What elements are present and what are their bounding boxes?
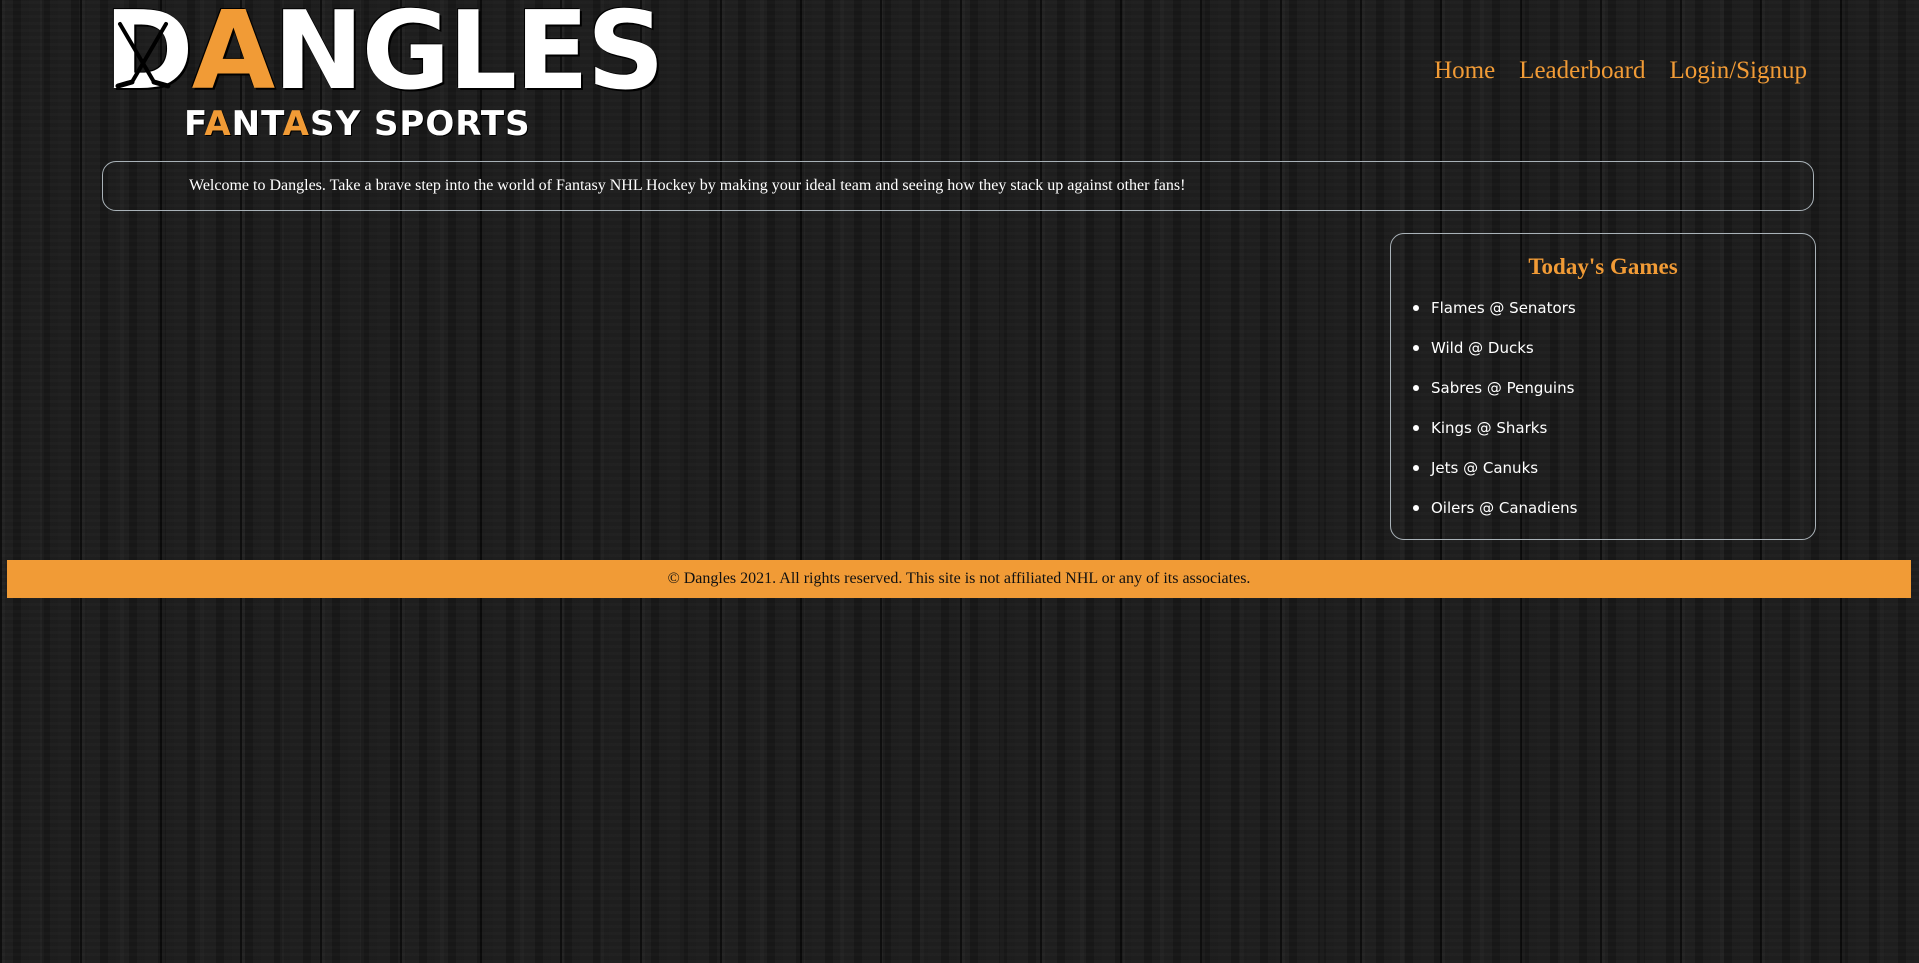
welcome-text: Welcome to Dangles. Take a brave step in… [189, 177, 1186, 194]
footer-text: © Dangles 2021. All rights reserved. Thi… [667, 570, 1251, 587]
logo-tagline: FANTASY SPORTS [184, 104, 531, 144]
nav-leaderboard-link[interactable]: Leaderboard [1519, 56, 1645, 86]
logo-wordmark: D ANGLES [104, 0, 665, 106]
bullet-icon [1413, 465, 1419, 471]
site-footer: © Dangles 2021. All rights reserved. Thi… [7, 560, 1911, 598]
game-item: Flames @ Senators [1413, 294, 1815, 334]
nav-home-link[interactable]: Home [1434, 56, 1495, 86]
hockey-sticks-icon [115, 22, 171, 89]
game-item: Oilers @ Canadiens [1413, 494, 1815, 534]
bullet-icon [1413, 385, 1419, 391]
nav-login-signup-link[interactable]: Login/Signup [1669, 56, 1807, 86]
game-item: Wild @ Ducks [1413, 334, 1815, 374]
game-item: Sabres @ Penguins [1413, 374, 1815, 414]
game-item: Kings @ Sharks [1413, 414, 1815, 454]
bullet-icon [1413, 345, 1419, 351]
bullet-icon [1413, 425, 1419, 431]
games-list: Flames @ Senators Wild @ Ducks Sabres @ … [1391, 294, 1815, 534]
games-title: Today's Games [1528, 254, 1678, 279]
dangles-logo[interactable]: D ANGLES FANTASY SPORTS [104, 0, 665, 144]
game-item: Jets @ Canuks [1413, 454, 1815, 494]
welcome-banner: Welcome to Dangles. Take a brave step in… [102, 161, 1814, 211]
bullet-icon [1413, 305, 1419, 311]
bullet-icon [1413, 505, 1419, 511]
main-nav: Home Leaderboard Login/Signup [1434, 56, 1807, 86]
logo-letter-d: D [104, 0, 194, 106]
todays-games-panel: Today's Games Flames @ Senators Wild @ D… [1390, 233, 1816, 540]
